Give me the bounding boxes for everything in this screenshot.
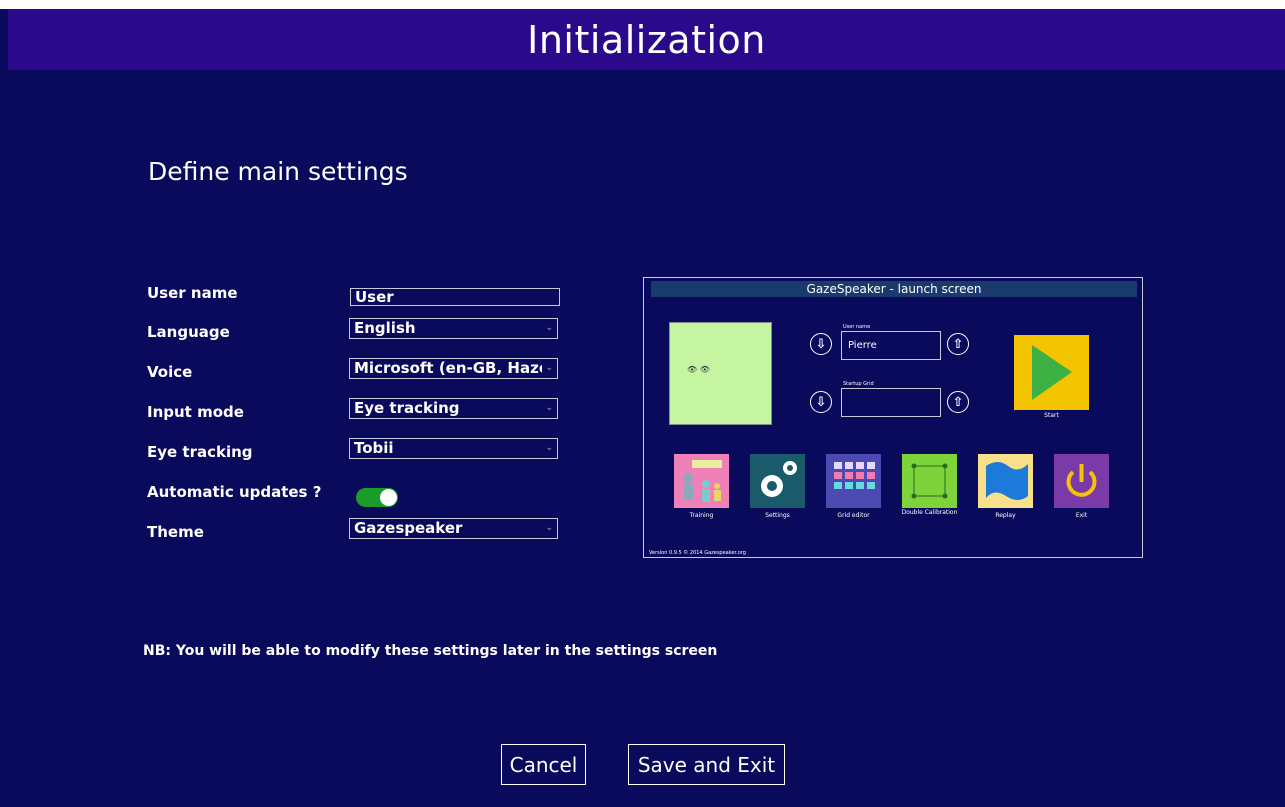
arrow-down-icon: ⇩	[810, 391, 832, 413]
preview-title: GazeSpeaker - launch screen	[651, 281, 1137, 297]
save-and-exit-button[interactable]: Save and Exit	[628, 744, 785, 785]
page-heading: Define main settings	[148, 157, 408, 186]
eyes-icon: 👁 👁	[687, 365, 710, 374]
settings-icon	[750, 454, 805, 508]
input-mode-select[interactable]: Eye tracking ⌄	[349, 398, 558, 419]
chevron-down-icon: ⌄	[545, 443, 553, 453]
user-name-value: User	[355, 289, 394, 305]
settings-note: NB: You will be able to modify these set…	[143, 643, 718, 659]
arrow-down-icon: ⇩	[810, 333, 832, 355]
replay-icon	[978, 454, 1033, 508]
preview-user-name-label: User name	[843, 324, 871, 330]
preview-version: Version 0.9.5 © 2014 Gazespeaker.org	[649, 550, 746, 556]
play-icon	[1032, 345, 1072, 400]
tile-label: Settings	[765, 512, 790, 519]
power-icon	[1054, 454, 1109, 508]
theme-value: Gazespeaker	[354, 519, 463, 537]
input-mode-label: Input mode	[147, 403, 244, 421]
tile-label: Grid editor	[837, 512, 870, 519]
preview-eye-camera: 👁 👁	[669, 322, 772, 425]
voice-value: Microsoft (en-GB, Hazel)	[354, 359, 543, 377]
tile-label: Double Calibration	[901, 509, 958, 516]
preview-start-tile	[1014, 335, 1089, 410]
language-select[interactable]: English ⌄	[349, 318, 558, 339]
preview-startup-grid-box	[841, 388, 941, 417]
chevron-down-icon: ⌄	[545, 403, 553, 413]
preview-start-label: Start	[1044, 412, 1059, 419]
user-name-input[interactable]: User	[350, 288, 560, 306]
language-label: Language	[147, 323, 230, 341]
chevron-down-icon: ⌄	[545, 523, 553, 533]
tile-label: Training	[689, 512, 714, 519]
arrow-up-icon: ⇧	[947, 391, 969, 413]
preview-startup-grid-label: Startup Grid	[843, 381, 874, 387]
tile-label: Exit	[1075, 512, 1088, 519]
eye-tracking-select[interactable]: Tobii ⌄	[349, 438, 558, 459]
auto-updates-toggle[interactable]	[356, 488, 398, 507]
theme-select[interactable]: Gazespeaker ⌄	[349, 518, 558, 539]
double-calibration-icon	[902, 454, 957, 508]
toggle-knob	[380, 489, 397, 506]
theme-label: Theme	[147, 523, 204, 541]
user-name-label: User name	[147, 284, 238, 302]
title-bar: Initialization	[8, 9, 1285, 70]
input-mode-value: Eye tracking	[354, 399, 460, 417]
eye-tracking-value: Tobii	[354, 439, 394, 457]
grid-editor-icon	[826, 454, 881, 508]
theme-preview: GazeSpeaker - launch screen 👁 👁 ⇩ User n…	[643, 277, 1143, 558]
preview-user-name-value: Pierre	[848, 340, 877, 351]
eye-tracking-label: Eye tracking	[147, 443, 253, 461]
tile-label: Replay	[995, 512, 1016, 519]
voice-select[interactable]: Microsoft (en-GB, Hazel) ⌄	[349, 358, 558, 379]
top-strip	[0, 0, 1285, 9]
window-title: Initialization	[527, 17, 766, 62]
auto-updates-label: Automatic updates ?	[147, 483, 322, 501]
training-icon	[674, 454, 729, 508]
voice-label: Voice	[147, 363, 193, 381]
language-value: English	[354, 319, 416, 337]
preview-user-name-box: Pierre	[841, 331, 941, 360]
chevron-down-icon: ⌄	[545, 323, 553, 333]
cancel-button[interactable]: Cancel	[501, 744, 586, 785]
arrow-up-icon: ⇧	[947, 333, 969, 355]
chevron-down-icon: ⌄	[545, 363, 553, 373]
